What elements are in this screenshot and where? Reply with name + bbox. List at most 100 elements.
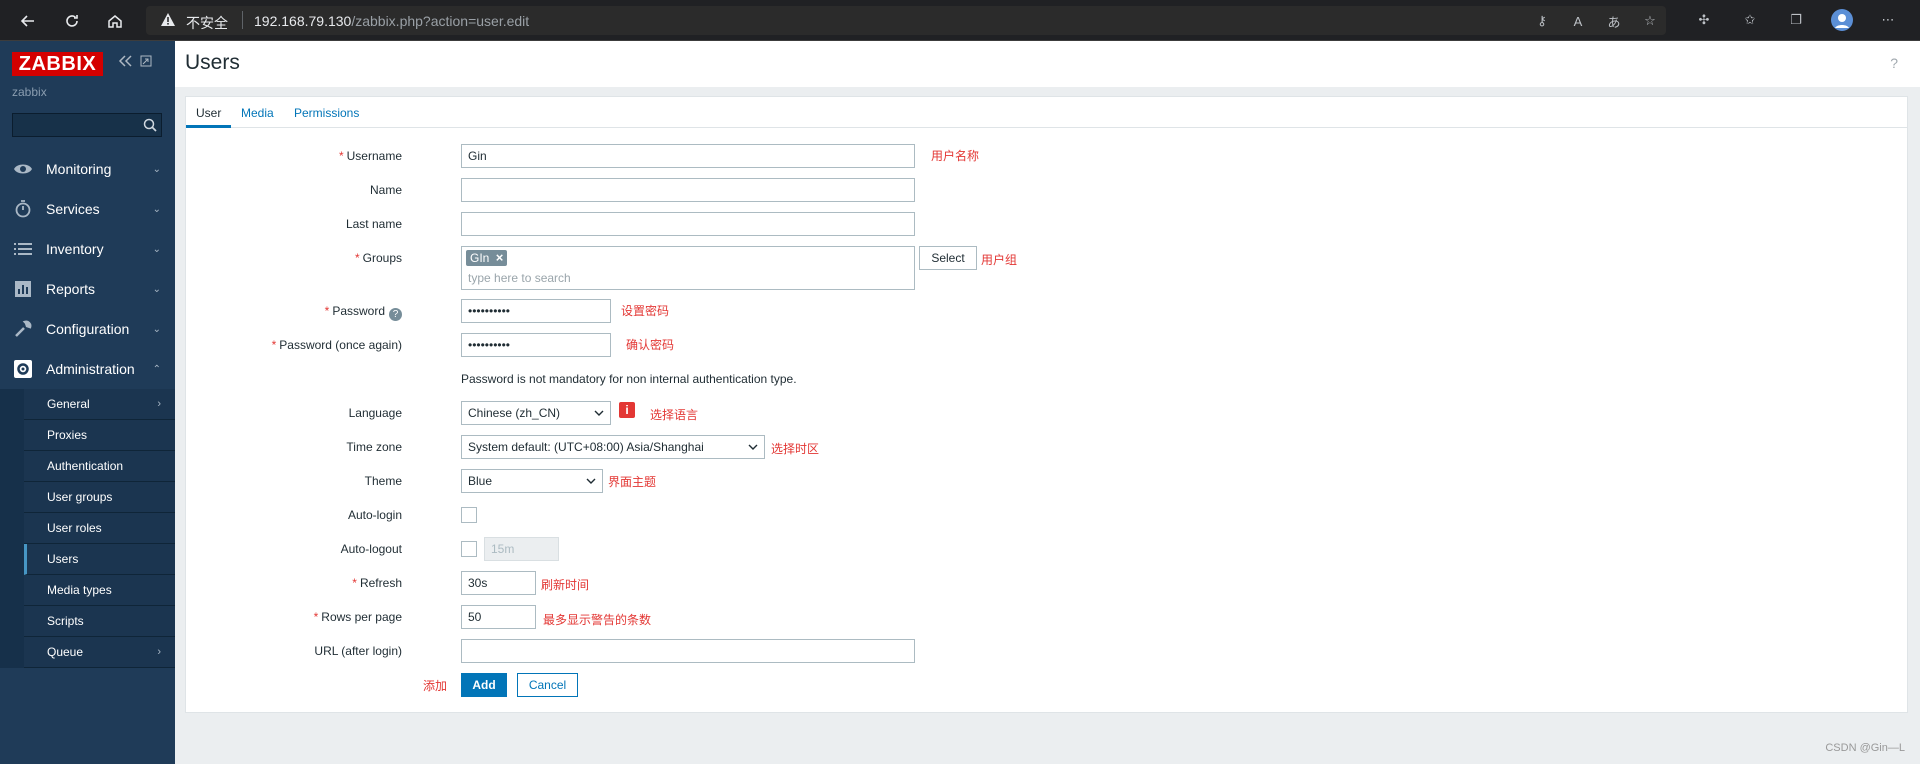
translate-icon[interactable]: あ — [1603, 10, 1625, 32]
rows-per-page-input[interactable]: 50 — [461, 605, 536, 629]
wrench-icon — [13, 320, 33, 338]
required-marker: * — [352, 576, 357, 590]
submenu-item-user-groups[interactable]: User groups — [24, 482, 175, 513]
help-question-icon[interactable]: ? — [389, 308, 402, 321]
refresh-input[interactable]: 30s — [461, 571, 536, 595]
zabbix-logo[interactable]: ZABBIX — [12, 52, 103, 76]
kiosk-mode-icon[interactable] — [140, 55, 152, 70]
annotation-refresh: 刷新时间 — [541, 578, 590, 592]
favorite-star-icon[interactable]: ☆ — [1639, 10, 1661, 32]
key-icon[interactable]: ⚷ — [1531, 10, 1553, 32]
stopwatch-icon — [13, 200, 33, 218]
lastname-label: Last name — [345, 217, 402, 231]
url-host: 192.168.79.130 — [254, 13, 352, 29]
language-select[interactable]: Chinese (zh_CN) — [461, 401, 611, 425]
menu-item-reports[interactable]: Reports ⌄ — [0, 269, 175, 309]
password-label-text: Password — [332, 304, 385, 318]
menu-item-inventory[interactable]: Inventory ⌄ — [0, 229, 175, 269]
theme-label: Theme — [364, 474, 402, 488]
groups-multiselect[interactable]: GIn × type here to search — [461, 246, 915, 290]
url-path: /zabbix.php?action=user.edit — [351, 13, 530, 29]
menu-label: Services — [46, 201, 100, 217]
submenu-label: Queue — [47, 645, 84, 659]
chevron-down-icon: ⌄ — [152, 244, 161, 255]
select-groups-button[interactable]: Select — [919, 246, 977, 270]
password-input[interactable]: •••••••••• — [461, 299, 611, 323]
address-bar[interactable]: 不安全 192.168.79.130/zabbix.php?action=use… — [146, 6, 1666, 35]
collapse-sidebar-icon[interactable] — [118, 55, 132, 70]
remove-tag-icon[interactable]: × — [496, 250, 504, 266]
menu-item-administration[interactable]: Administration ⌃ — [0, 349, 175, 389]
password-label: * Password? — [194, 304, 402, 321]
home-icon[interactable] — [103, 9, 127, 33]
menu-item-services[interactable]: Services ⌄ — [0, 189, 175, 229]
menu-item-monitoring[interactable]: Monitoring ⌄ — [0, 149, 175, 189]
tab-media[interactable]: Media — [241, 106, 274, 120]
favorites-icon[interactable]: ✩ — [1739, 9, 1761, 31]
submenu-item-general[interactable]: General › — [24, 389, 175, 420]
refresh-label-text: Refresh — [359, 576, 402, 590]
tab-permissions[interactable]: Permissions — [294, 106, 359, 120]
menu-label: Reports — [46, 281, 96, 297]
chevron-right-icon: › — [157, 646, 161, 658]
required-marker: * — [271, 338, 277, 352]
password-again-input[interactable]: •••••••••• — [461, 333, 611, 357]
sidebar-search-input[interactable] — [12, 113, 162, 137]
refresh-label: * Refresh — [194, 576, 402, 590]
submenu-item-proxies[interactable]: Proxies — [24, 420, 175, 451]
submenu-item-authentication[interactable]: Authentication — [24, 451, 175, 482]
back-icon[interactable] — [16, 9, 40, 33]
url-label: URL (after login) — [314, 644, 402, 658]
autologin-checkbox[interactable] — [461, 507, 477, 523]
username-label-text: Username — [346, 149, 402, 163]
administration-submenu: General › Proxies Authentication User gro… — [0, 389, 175, 668]
bar-chart-icon — [13, 280, 33, 298]
annotation-username: 用户名称 — [931, 149, 980, 163]
groups-label: * Groups — [194, 251, 402, 265]
lastname-input[interactable] — [461, 212, 915, 236]
help-icon[interactable]: ? — [1890, 55, 1898, 71]
submenu-item-media-types[interactable]: Media types — [24, 575, 175, 606]
menu-item-configuration[interactable]: Configuration ⌄ — [0, 309, 175, 349]
annotation-rows: 最多显示警告的条数 — [543, 613, 652, 627]
required-marker: * — [313, 610, 319, 624]
info-warning-icon[interactable]: i — [619, 402, 635, 418]
chevron-down-icon — [586, 478, 596, 484]
add-button[interactable]: Add — [461, 673, 507, 697]
autologout-checkbox[interactable] — [461, 541, 477, 557]
groups-search-placeholder[interactable]: type here to search — [468, 271, 571, 285]
cancel-button[interactable]: Cancel — [517, 673, 578, 697]
timezone-select[interactable]: System default: (UTC+08:00) Asia/Shangha… — [461, 435, 765, 459]
name-input[interactable] — [461, 178, 915, 202]
submenu-label: Media types — [47, 583, 112, 597]
menu-label: Configuration — [46, 321, 130, 337]
reload-icon[interactable] — [60, 9, 84, 33]
chevron-down-icon: ⌄ — [152, 324, 161, 335]
submenu-label: User roles — [47, 521, 102, 535]
main-content: Users ? User Media Permissions * Username… — [175, 41, 1920, 764]
language-label: Language — [348, 406, 402, 420]
password-note: Password is not mandatory for non intern… — [461, 372, 797, 386]
annotation-groups: 用户组 — [981, 253, 1018, 267]
list-icon — [13, 240, 33, 258]
annotation-timezone: 选择时区 — [771, 442, 820, 456]
submenu-item-user-roles[interactable]: User roles — [24, 513, 175, 544]
language-value: Chinese (zh_CN) — [468, 406, 561, 420]
username-input[interactable]: Gin — [461, 144, 915, 168]
groups-label-text: Groups — [362, 251, 402, 265]
submenu-item-queue[interactable]: Queue › — [24, 637, 175, 668]
more-menu-icon[interactable]: ⋯ — [1877, 9, 1899, 31]
search-icon[interactable] — [143, 118, 157, 132]
extensions-icon[interactable]: ✣ — [1693, 9, 1715, 31]
submenu-item-users[interactable]: Users — [24, 544, 175, 575]
read-aloud-icon[interactable]: A — [1567, 10, 1589, 32]
page-title: Users — [185, 51, 240, 74]
collections-icon[interactable]: ❐ — [1785, 9, 1807, 31]
theme-select[interactable]: Blue — [461, 469, 603, 493]
submenu-item-scripts[interactable]: Scripts — [24, 606, 175, 637]
csdn-watermark: CSDN @Gin—L — [1825, 742, 1905, 754]
eye-icon — [13, 160, 33, 178]
avatar-icon[interactable] — [1831, 9, 1853, 31]
url-input[interactable] — [461, 639, 915, 663]
tab-user[interactable]: User — [196, 106, 221, 120]
